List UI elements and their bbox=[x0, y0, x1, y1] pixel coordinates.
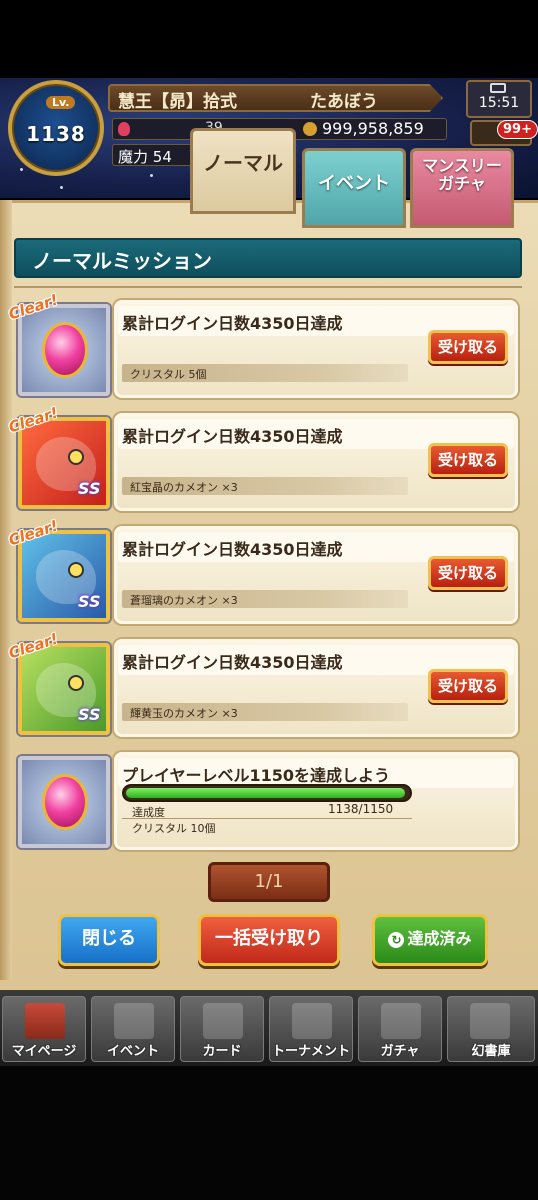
nav-label: イベント bbox=[106, 1044, 159, 1059]
receive-button[interactable]: 受け取る bbox=[428, 669, 508, 703]
green-chameleon-icon: SS bbox=[18, 643, 110, 735]
mission-title: 累計ログイン日数4350日達成 bbox=[122, 653, 343, 672]
crystal-icon bbox=[118, 122, 130, 136]
clock-time: 15:51 bbox=[478, 95, 520, 111]
nav-label: カード bbox=[202, 1044, 242, 1059]
star bbox=[150, 174, 153, 177]
battery-icon bbox=[490, 83, 506, 93]
mission-row: SS Clear! 累計ログイン日数4350日達成 紅宝晶のカメオン ×3 受け… bbox=[6, 404, 522, 513]
nav-library[interactable]: 幻書庫 bbox=[447, 996, 535, 1062]
power-readout: 魔力 54 bbox=[118, 146, 172, 167]
star bbox=[60, 186, 63, 189]
mission-row: SS Clear! 累計ログイン日数4350日達成 輝黄玉のカメオン ×3 受け… bbox=[6, 630, 522, 739]
event-icon bbox=[114, 1003, 154, 1039]
tab-monthly-gacha[interactable]: マンスリーガチャ bbox=[410, 148, 514, 228]
tab-monthly-gacha-label: マンスリーガチャ bbox=[422, 156, 502, 193]
crystal-icon bbox=[18, 304, 110, 396]
progress-bar bbox=[122, 784, 412, 802]
power-value: 54 bbox=[152, 148, 172, 166]
close-button[interactable]: 閉じる bbox=[58, 914, 160, 966]
mission-row: Clear! 累計ログイン日数4350日達成 クリスタル 5個 受け取る bbox=[6, 291, 522, 400]
level-value: 1138 bbox=[26, 122, 86, 146]
star bbox=[20, 168, 23, 171]
progress-value: 1138/1150 bbox=[328, 802, 394, 816]
section-title: ノーマルミッション bbox=[32, 249, 212, 273]
player-name: たあぼう bbox=[310, 92, 378, 112]
nav-label: ガチャ bbox=[380, 1044, 420, 1059]
red-chameleon-icon: SS bbox=[18, 417, 110, 509]
level-tag: Lv. bbox=[46, 96, 76, 109]
gacha-icon bbox=[381, 1003, 421, 1039]
device-status-bar bbox=[0, 0, 538, 78]
card-icon bbox=[203, 1003, 243, 1039]
nav-gacha[interactable]: ガチャ bbox=[358, 996, 442, 1062]
chameleon-eye bbox=[68, 449, 84, 465]
gold-count: 999,958,859 bbox=[322, 119, 424, 138]
nav-mypage[interactable]: マイページ bbox=[2, 996, 86, 1062]
blue-chameleon-icon: SS bbox=[18, 530, 110, 622]
mission-title: プレイヤーレベル1150を達成しよう bbox=[122, 766, 391, 785]
level-badge[interactable]: Lv. 1138 bbox=[8, 80, 104, 176]
mission-row-progress: プレイヤーレベル1150を達成しよう 達成度 1138/1150 クリスタル 1… bbox=[14, 748, 522, 852]
progress-divider bbox=[122, 818, 412, 819]
chameleon-eye bbox=[68, 562, 84, 578]
trophy-icon bbox=[292, 1003, 332, 1039]
notification-badge: 99+ bbox=[497, 120, 538, 139]
ss-rarity-icon: SS bbox=[78, 592, 101, 611]
receive-button[interactable]: 受け取る bbox=[428, 556, 508, 590]
mission-reward: 蒼瑠璃のカメオン ×3 bbox=[130, 594, 238, 607]
home-icon bbox=[25, 1003, 65, 1039]
book-icon bbox=[470, 1003, 510, 1039]
nav-tournament[interactable]: トーナメント bbox=[269, 996, 353, 1062]
crystal-gem-icon bbox=[42, 774, 88, 830]
power-label: 魔力 bbox=[118, 148, 149, 166]
section-divider bbox=[14, 286, 522, 288]
player-title: 慧王【昴】拾式 bbox=[118, 92, 237, 112]
chameleon-eye bbox=[68, 675, 84, 691]
device-navigation-area bbox=[0, 1066, 538, 1200]
nav-card[interactable]: カード bbox=[180, 996, 264, 1062]
mission-reward: 紅宝晶のカメオン ×3 bbox=[130, 481, 238, 494]
mission-reward: クリスタル 5個 bbox=[130, 368, 207, 381]
ss-rarity-icon: SS bbox=[78, 479, 101, 498]
mission-title: 累計ログイン日数4350日達成 bbox=[122, 540, 343, 559]
mission-row: SS Clear! 累計ログイン日数4350日達成 蒼瑠璃のカメオン ×3 受け… bbox=[6, 517, 522, 626]
nav-label: トーナメント bbox=[271, 1044, 350, 1059]
mission-title: 累計ログイン日数4350日達成 bbox=[122, 314, 343, 333]
gold-coin-icon bbox=[303, 122, 317, 136]
ss-rarity-icon: SS bbox=[78, 705, 101, 724]
mission-title: 累計ログイン日数4350日達成 bbox=[122, 427, 343, 446]
mission-reward: クリスタル 10個 bbox=[132, 822, 216, 835]
tab-event[interactable]: イベント bbox=[302, 148, 406, 228]
crystal-icon bbox=[18, 756, 110, 848]
crystal-gem-icon bbox=[42, 322, 88, 378]
receive-all-button[interactable]: 一括受け取り bbox=[198, 914, 340, 966]
tab-normal[interactable]: ノーマル bbox=[190, 128, 296, 214]
refresh-icon: ↻ bbox=[388, 931, 405, 948]
completed-label: 達成済み bbox=[407, 929, 472, 948]
receive-button[interactable]: 受け取る bbox=[428, 330, 508, 364]
nav-label: マイページ bbox=[11, 1044, 77, 1059]
receive-button[interactable]: 受け取る bbox=[428, 443, 508, 477]
progress-fill bbox=[126, 788, 406, 798]
completed-button[interactable]: ↻ 達成済み bbox=[372, 914, 488, 966]
mission-reward: 輝黄玉のカメオン ×3 bbox=[130, 707, 238, 720]
page-indicator[interactable]: 1/1 bbox=[208, 862, 330, 902]
nav-event[interactable]: イベント bbox=[91, 996, 175, 1062]
nav-label: 幻書庫 bbox=[471, 1044, 511, 1059]
